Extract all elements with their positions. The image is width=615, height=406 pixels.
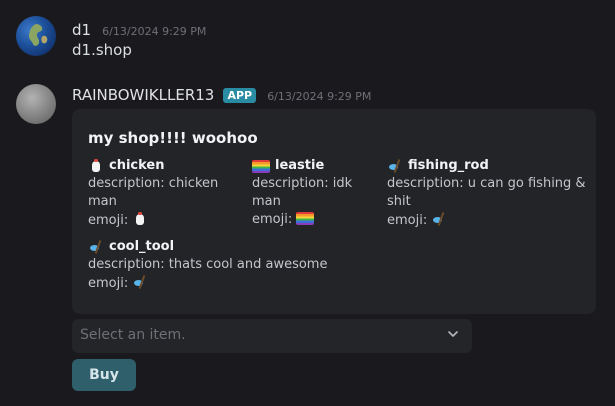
shop-item-name: chicken <box>88 157 248 175</box>
chicken-emoji-icon <box>88 158 104 174</box>
shop-item-name: leastie <box>252 157 382 175</box>
shop-item-description: description: idk man <box>252 176 353 209</box>
timestamp: 6/13/2024 9:29 PM <box>102 25 207 38</box>
shop-item-description: description: chicken man <box>88 176 219 209</box>
chevron-down-icon <box>448 331 458 337</box>
shop-item-leastie: leastie description: idk man emoji: <box>252 157 382 229</box>
avatar-d1[interactable] <box>16 16 56 56</box>
message-header: d1 6/13/2024 9:29 PM <box>72 20 206 39</box>
shop-item-emoji: emoji: <box>88 274 348 293</box>
message-header: RAINBOWIKLLER13 APP 6/13/2024 9:29 PM <box>72 85 371 104</box>
item-select[interactable]: Select an item. <box>72 319 472 353</box>
pride-flag-emoji-icon <box>296 212 315 225</box>
chat-view: d1 6/13/2024 9:29 PM d1.shop RAINBOWIKLL… <box>0 0 615 406</box>
username[interactable]: d1 <box>72 21 91 39</box>
shop-item-emoji: emoji: <box>88 211 248 230</box>
fishing-pole-emoji-icon <box>387 158 403 174</box>
fishing-pole-emoji-icon <box>431 211 447 227</box>
username[interactable]: RAINBOWIKLLER13 <box>72 86 214 104</box>
chicken-emoji-icon <box>132 211 148 227</box>
shop-item-emoji: emoji: <box>252 211 382 229</box>
avatar-rainbowikller13[interactable] <box>16 84 56 124</box>
shop-item-fishing-rod: fishing_rod description: u can go fishin… <box>387 157 587 230</box>
shop-item-description: description: thats cool and awesome <box>88 257 328 272</box>
pride-flag-emoji-icon <box>252 159 270 173</box>
shop-item-emoji: emoji: <box>387 211 587 230</box>
select-placeholder: Select an item. <box>80 327 186 343</box>
shop-item-description: description: u can go fishing & shit <box>387 176 586 209</box>
message-content: d1.shop <box>72 41 132 59</box>
app-badge: APP <box>223 88 257 103</box>
shop-item-chicken: chicken description: chicken man emoji: <box>88 157 248 230</box>
timestamp: 6/13/2024 9:29 PM <box>267 90 372 103</box>
buy-button[interactable]: Buy <box>72 359 136 391</box>
globe-icon <box>29 24 48 46</box>
fishing-pole-emoji-icon <box>132 274 148 290</box>
fishing-pole-emoji-icon <box>88 239 104 255</box>
shop-item-name: cool_tool <box>88 238 348 256</box>
shop-embed: my shop!!!! woohoo chicken description: … <box>72 109 596 314</box>
shop-item-name: fishing_rod <box>387 157 587 175</box>
shop-item-cool-tool: cool_tool description: thats cool and aw… <box>88 238 348 293</box>
embed-title: my shop!!!! woohoo <box>88 129 258 147</box>
